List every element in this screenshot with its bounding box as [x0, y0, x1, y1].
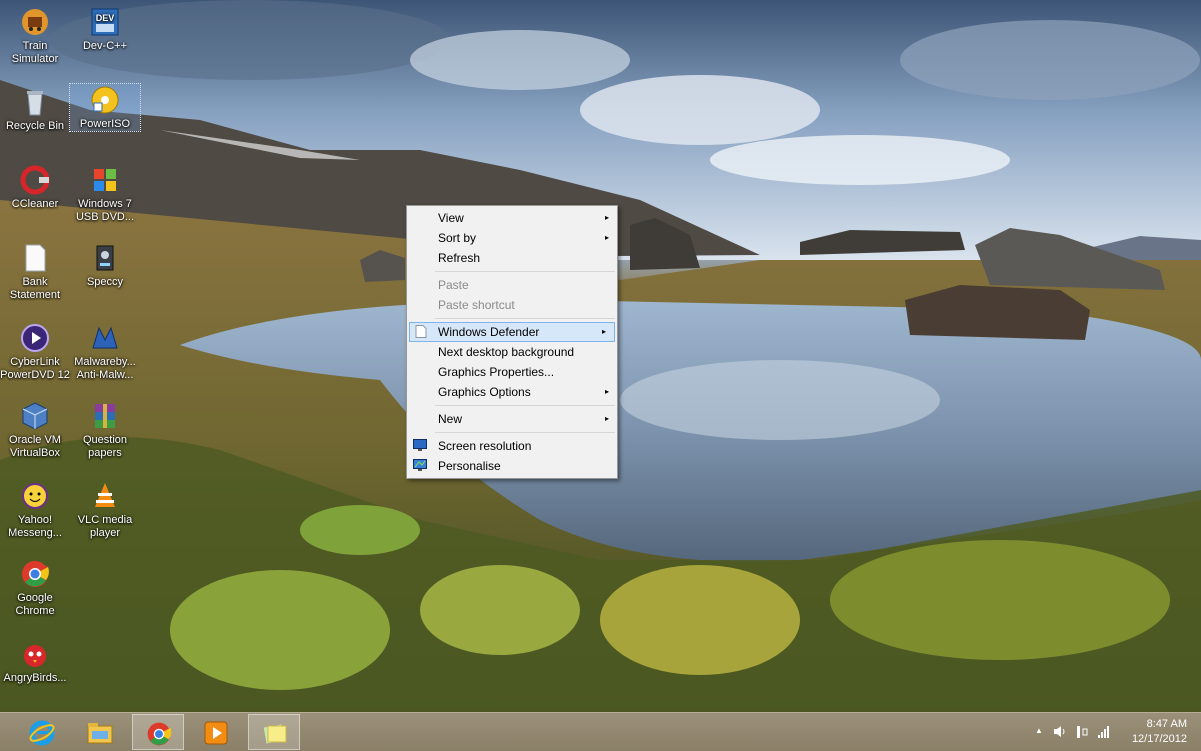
volume-icon[interactable]: [1053, 725, 1067, 738]
windows-usb-icon: [94, 169, 116, 191]
svg-text:DEV: DEV: [96, 13, 115, 23]
submenu-arrow-icon: ▸: [604, 387, 609, 396]
signal-icon[interactable]: [1097, 725, 1111, 738]
submenu-arrow-icon: ▸: [604, 233, 609, 242]
menu-item-paste-shortcut: Paste shortcut: [438, 298, 515, 312]
desktop-icon-yahoo-messenger[interactable]: Yahoo! Messeng...: [0, 480, 70, 540]
menu-item-windows-defender[interactable]: Windows Defender ▸: [409, 322, 615, 342]
taskbar-sticky-notes[interactable]: [248, 714, 300, 750]
menu-item-graphics-properties[interactable]: Graphics Properties...: [407, 362, 617, 382]
powerdvd-icon: [21, 324, 49, 352]
sticky-notes-icon: [263, 724, 287, 744]
taskbar: ▲ 8:47 AM 12/17/2012: [0, 712, 1201, 751]
poweriso-icon: [91, 86, 119, 114]
menu-item-refresh[interactable]: Refresh: [407, 248, 617, 268]
speccy-icon: [96, 245, 114, 271]
clock-time: 8:47 AM: [1146, 718, 1187, 730]
monitor-icon: [413, 439, 427, 451]
system-tray: ▲ 8:47 AM 12/17/2012: [1001, 713, 1201, 751]
menu-item-personalise[interactable]: Personalise: [407, 456, 617, 476]
document-icon: [25, 244, 46, 272]
recycle-bin-icon: [27, 91, 43, 116]
desktop-icon-devcpp[interactable]: DEV Dev-C++: [70, 6, 140, 53]
desktop-icon-angrybirds[interactable]: AngryBirds...: [0, 638, 70, 685]
menu-separator: [435, 271, 615, 272]
menu-item-next-desktop-background[interactable]: Next desktop background: [407, 342, 617, 362]
desktop-icon-speccy[interactable]: Speccy: [70, 242, 140, 289]
network-icon[interactable]: [1075, 725, 1089, 739]
taskbar-google-chrome[interactable]: [132, 714, 184, 750]
devcpp-icon: DEV: [91, 8, 119, 36]
menu-item-sort-by[interactable]: Sort by ▸: [407, 228, 617, 248]
menu-separator: [435, 432, 615, 433]
menu-item-paste: Paste: [438, 278, 469, 292]
clock[interactable]: 8:47 AM 12/17/2012: [1117, 717, 1187, 747]
menu-separator: [435, 318, 615, 319]
desktop-icon-recycle-bin[interactable]: Recycle Bin: [0, 86, 70, 133]
menu-item-screen-resolution[interactable]: Screen resolution: [407, 436, 617, 456]
desktop[interactable]: Train Simulator DEV Dev-C++ Recycle Bin …: [0, 0, 1201, 712]
submenu-arrow-icon: ▸: [604, 213, 609, 222]
desktop-icon-virtualbox[interactable]: Oracle VM VirtualBox: [0, 400, 70, 460]
desktop-icon-windows-usb[interactable]: Windows 7 USB DVD...: [70, 164, 140, 224]
page-icon: [415, 325, 427, 338]
file-explorer-icon: [87, 723, 113, 744]
chrome-icon: [22, 561, 49, 587]
menu-item-new[interactable]: New ▸: [407, 409, 617, 429]
chrome-icon: [147, 722, 172, 746]
winrar-icon: [95, 404, 115, 428]
clock-date: 12/17/2012: [1131, 733, 1187, 745]
menu-item-view[interactable]: View ▸: [407, 208, 617, 228]
yahoo-icon: [22, 483, 48, 509]
submenu-arrow-icon: ▸: [604, 414, 609, 423]
menu-item-graphics-options[interactable]: Graphics Options ▸: [407, 382, 617, 402]
personalise-icon: [413, 459, 427, 471]
menu-separator: [435, 405, 615, 406]
taskbar-file-explorer[interactable]: [74, 714, 126, 750]
taskbar-media-player[interactable]: [190, 714, 242, 750]
virtualbox-icon: [22, 402, 48, 430]
submenu-arrow-icon: ▸: [601, 327, 606, 336]
desktop-icon-poweriso[interactable]: PowerISO: [69, 83, 141, 132]
desktop-icon-powerdvd[interactable]: CyberLink PowerDVD 12: [0, 322, 70, 382]
internet-explorer-icon: [29, 720, 55, 746]
desktop-icon-vlc[interactable]: VLC media player: [70, 480, 140, 540]
desktop-icon-malwarebytes[interactable]: Malwareby... Anti-Malw...: [70, 322, 140, 382]
desktop-icon-bank-statement[interactable]: Bank Statement: [0, 242, 70, 302]
show-hidden-icons-icon[interactable]: ▲: [1035, 726, 1043, 735]
ccleaner-icon: [20, 165, 50, 195]
train-icon: [22, 9, 48, 35]
desktop-icon-google-chrome[interactable]: Google Chrome: [0, 558, 70, 618]
taskbar-internet-explorer[interactable]: [16, 714, 68, 750]
media-player-icon: [204, 721, 228, 745]
malwarebytes-icon: [92, 326, 118, 349]
vlc-icon: [95, 483, 115, 507]
desktop-context-menu: View ▸ Sort by ▸ Refresh Paste Paste short…: [406, 205, 618, 479]
desktop-icon-train-simulator[interactable]: Train Simulator: [0, 6, 70, 66]
angrybirds-icon: [24, 645, 46, 667]
desktop-icon-ccleaner[interactable]: CCleaner: [0, 164, 70, 211]
desktop-icon-question-papers[interactable]: Question papers: [70, 400, 140, 460]
